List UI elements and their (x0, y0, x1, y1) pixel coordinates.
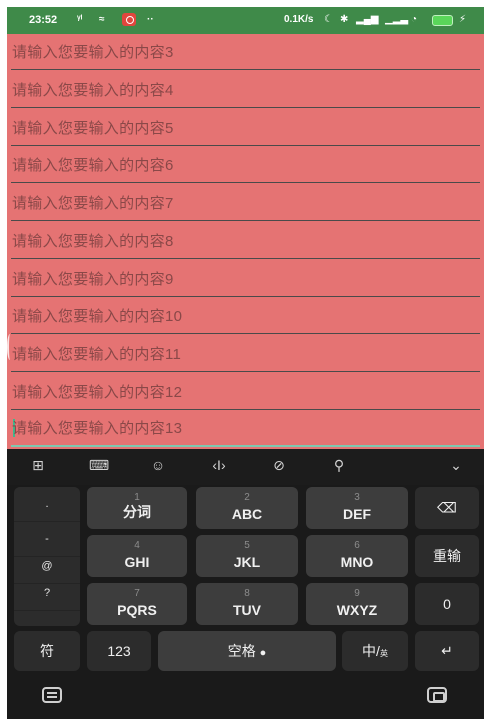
text-input[interactable]: 请输入您要输入的内容12 (11, 374, 480, 410)
network-speed: 0.1K/s (284, 14, 314, 25)
language-switch-key[interactable]: 中/英 (342, 631, 408, 671)
symbol-key[interactable]: 符 (14, 631, 80, 671)
text-input[interactable]: 请输入您要输入的内容4 (11, 72, 480, 108)
alarm-icon: ☾ (324, 14, 333, 25)
enter-key[interactable]: ↵ (415, 631, 479, 671)
apps-grid-icon[interactable]: ⊞ (25, 457, 51, 474)
key-4[interactable]: 4 GHI (87, 535, 187, 577)
battery-icon (432, 15, 453, 26)
wifi-icon: ≈ (99, 14, 105, 25)
text-input[interactable]: 请输入您要输入的内容5 (11, 110, 480, 146)
notification-icon (122, 13, 136, 26)
key-1[interactable]: 1 分词 (87, 487, 187, 529)
emoji-icon[interactable]: ☺ (145, 457, 171, 473)
status-time: 23:52 (29, 14, 58, 26)
text-input[interactable]: 请输入您要输入的内容11 (11, 336, 480, 372)
symbol-column: . - @ ? (14, 487, 80, 626)
symbol-question[interactable]: ? (14, 576, 80, 611)
link-icon[interactable]: ⊘ (266, 457, 292, 474)
backspace-icon: ⌫ (437, 499, 457, 516)
more-icon: ·· (147, 14, 154, 25)
text-input[interactable]: 请输入您要输入的内容6 (11, 147, 480, 183)
text-input[interactable]: 请输入您要输入的内容7 (11, 185, 480, 221)
text-input[interactable]: 请输入您要输入的内容8 (11, 223, 480, 259)
key-6[interactable]: 6 MNO (306, 535, 408, 577)
text-input[interactable]: 请输入您要输入的内容9 (11, 261, 480, 297)
keyboard-layout-icon[interactable]: ⌨ (86, 457, 112, 474)
bluetooth-icon: ✱ (340, 14, 349, 25)
symbol-period[interactable]: . (14, 487, 80, 522)
keyboard-toolbar: ⊞ ⌨ ☺ ‹I› ⊘ ⚲ ⌄ (7, 449, 484, 485)
key-0[interactable]: 0 (415, 583, 479, 625)
text-input[interactable]: 请输入您要输入的内容10 (11, 298, 480, 334)
input-list: 请输入您要输入的内容3 请输入您要输入的内容4 请输入您要输入的内容5 请输入您… (7, 34, 484, 449)
key-9[interactable]: 9 WXYZ (306, 583, 408, 625)
key-8[interactable]: 8 TUV (196, 583, 298, 625)
collapse-chevron-icon[interactable]: ⌄ (443, 457, 469, 474)
status-bar: 23:52 ᵞᴵ ≈ ·· 0.1K/s ☾ ✱ ▂▄▆ ▁▂▃ ◔ ⚡ (7, 7, 484, 34)
text-input[interactable]: 请输入您要输入的内容3 (11, 34, 480, 70)
enter-icon: ↵ (441, 642, 453, 659)
phone-screen: 23:52 ᵞᴵ ≈ ·· 0.1K/s ☾ ✱ ▂▄▆ ▁▂▃ ◔ ⚡ 请输入… (7, 7, 484, 719)
search-icon[interactable]: ⚲ (326, 457, 352, 474)
backspace-key[interactable]: ⌫ (415, 487, 479, 529)
cursor-move-icon[interactable]: ‹I› (206, 457, 232, 473)
microphone-icon: ● (259, 647, 267, 659)
cell-signal-empty-icon: ▁▂▃ (385, 14, 409, 25)
reinput-key[interactable]: 重输 (415, 535, 479, 577)
key-2[interactable]: 2 ABC (196, 487, 298, 529)
text-input-focused[interactable]: 请输入您要输入的内容13 (11, 411, 480, 447)
keyboard-icon[interactable] (42, 687, 62, 703)
wifi-icon: ◔ (411, 14, 418, 25)
key-5[interactable]: 5 JKL (196, 535, 298, 577)
key-3[interactable]: 3 DEF (306, 487, 408, 529)
edge-swipe-indicator (7, 334, 13, 360)
numbers-key[interactable]: 123 (87, 631, 151, 671)
key-7[interactable]: 7 PQRS (87, 583, 187, 625)
cell-signal-icon: ▂▄▆ (356, 14, 379, 25)
charging-icon: ⚡ (459, 14, 467, 25)
navigation-bar (7, 677, 484, 719)
signal-icon: ᵞᴵ (77, 14, 83, 25)
space-key[interactable]: 空格 ● (158, 631, 336, 671)
recents-icon[interactable] (427, 687, 447, 703)
